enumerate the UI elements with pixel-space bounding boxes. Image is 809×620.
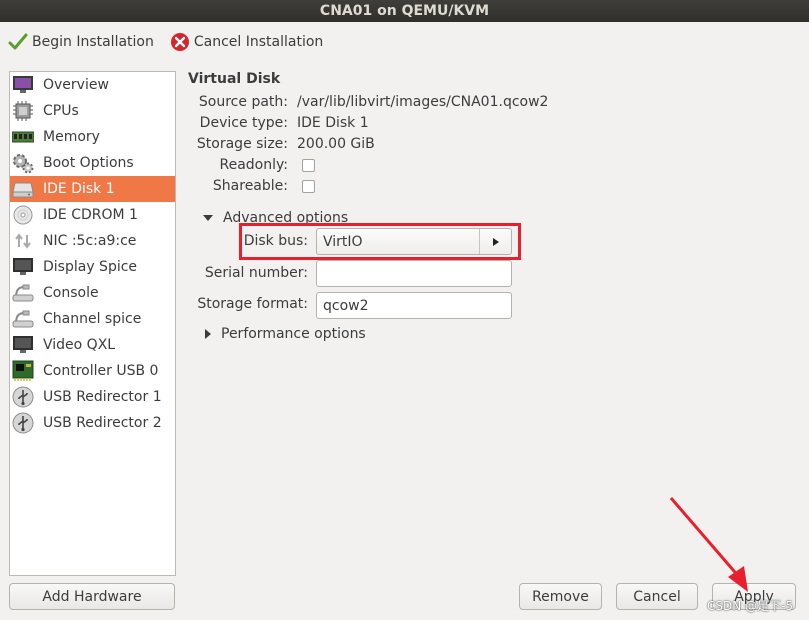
gears-icon [12,152,34,174]
watermark: CSDN @足下-5 [707,599,793,613]
sidebar-item-label: Boot Options [43,155,134,171]
cancel-icon [170,33,189,51]
cancel-installation-label: Cancel Installation [193,34,324,50]
begin-installation-label: Begin Installation [32,34,154,50]
serial-icon [12,308,34,330]
cancel-button[interactable]: Cancel [616,583,698,610]
source-path-label: Source path: [198,94,288,110]
remove-button[interactable]: Remove [519,583,602,610]
sidebar-item-label: Overview [43,77,109,93]
device-type-label: Device type: [199,115,288,131]
serial-number-label: Serial number: [204,265,308,281]
display-icon [12,334,34,356]
sidebar-item-boot-options[interactable]: Boot Options [10,150,175,176]
cpu-icon [12,100,34,122]
sidebar-item-video-qxl[interactable]: Video QXL [10,332,175,358]
cancel-installation-button[interactable]: Cancel Installation [170,32,323,52]
sidebar-item-label: Channel spice [43,311,142,327]
section-title: Virtual Disk [188,71,281,87]
source-path-value: /var/lib/libvirt/images/CNA01.qcow2 [297,94,549,110]
checkmark-icon [8,33,28,50]
sidebar-item-label: Controller USB 0 [43,363,159,379]
window-title: CNA01 on QEMU/KVM [319,3,490,19]
begin-installation-button[interactable]: Begin Installation [8,32,154,52]
harddisk-icon [12,178,34,200]
shareable-label: Shareable: [212,178,288,194]
sidebar-item-label: USB Redirector 2 [43,415,162,431]
sidebar-item-label: Memory [43,129,100,145]
advanced-options-label: Advanced options [223,210,349,226]
storage-size-label: Storage size: [196,136,288,152]
expander-closed-icon [205,329,211,339]
display-icon [12,256,34,278]
sidebar-item-display-spice[interactable]: Display Spice [10,254,175,280]
cdrom-icon [12,204,34,226]
sidebar-item-usb-redirector-1[interactable]: USB Redirector 1 [10,384,175,410]
disk-bus-combo[interactable]: VirtIO [316,228,512,255]
storage-format-input[interactable]: qcow2 [316,292,512,319]
sidebar-item-label: NIC :5c:a9:ce [43,233,137,249]
performance-options-expander[interactable]: Performance options [205,326,366,342]
sidebar-item-cpus[interactable]: CPUs [10,98,175,124]
sidebar-item-label: Console [43,285,99,301]
sidebar-item-label: CPUs [43,103,79,119]
advanced-options-expander[interactable]: Advanced options [203,210,348,226]
serial-number-input[interactable] [316,260,512,287]
pcicard-icon [12,360,34,382]
sidebar-item-label: IDE Disk 1 [43,181,115,197]
shareable-checkbox[interactable] [302,180,315,193]
sidebar-item-label: Video QXL [43,337,116,353]
sidebar-item-console[interactable]: Console [10,280,175,306]
disk-bus-value: VirtIO [323,233,363,250]
usb-icon [12,386,34,408]
readonly-label: Readonly: [219,157,289,173]
hardware-list: Overview CPUs Memory Boot Options IDE Di… [9,71,176,576]
sidebar-item-memory[interactable]: Memory [10,124,175,150]
storage-size-value: 200.00 GiB [297,136,375,152]
sidebar-item-label: USB Redirector 1 [43,389,162,405]
storage-format-label: Storage format: [197,296,308,312]
monitor-icon [12,74,34,96]
disk-bus-label: Disk bus: [243,233,308,249]
sidebar-item-channel-spice[interactable]: Channel spice [10,306,175,332]
toolbar: Begin Installation Cancel Installation [0,22,809,62]
sidebar-item-nic[interactable]: NIC :5c:a9:ce [10,228,175,254]
add-hardware-button[interactable]: Add Hardware [9,583,175,610]
sidebar-item-overview[interactable]: Overview [10,72,175,98]
sidebar-item-ide-disk-1[interactable]: IDE Disk 1 [10,176,175,202]
sidebar-item-label: IDE CDROM 1 [43,207,138,223]
performance-options-label: Performance options [221,326,366,342]
window-titlebar: CNA01 on QEMU/KVM [0,0,809,22]
device-type-value: IDE Disk 1 [297,115,369,131]
readonly-checkbox[interactable] [302,159,315,172]
usb-icon [12,412,34,434]
memory-icon [12,126,34,148]
sidebar-item-usb-redirector-2[interactable]: USB Redirector 2 [10,410,175,436]
sidebar-item-label: Display Spice [43,259,138,275]
expander-open-icon [203,215,213,221]
sidebar-item-controller-usb-0[interactable]: Controller USB 0 [10,358,175,384]
serial-icon [12,282,34,304]
network-arrows-icon [12,230,34,252]
sidebar-item-ide-cdrom-1[interactable]: IDE CDROM 1 [10,202,175,228]
combo-arrow-icon [479,229,511,254]
